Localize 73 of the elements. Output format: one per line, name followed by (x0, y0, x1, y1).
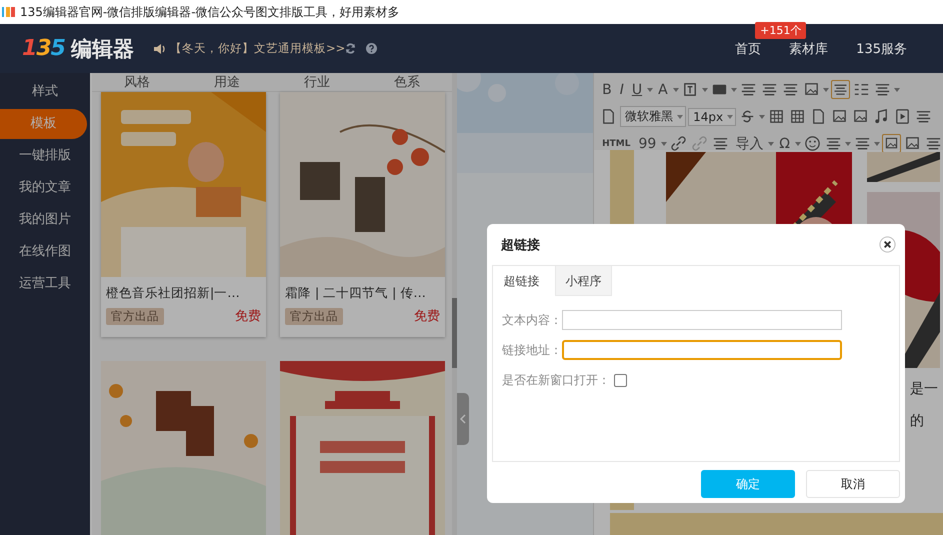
chevron-left-icon (460, 414, 466, 424)
filter-tab[interactable]: 风格 (124, 73, 150, 91)
dialog-tab[interactable]: 小程序 (555, 266, 612, 296)
toolbar-button[interactable]: 99 (635, 136, 660, 152)
caret-icon[interactable] (894, 88, 900, 92)
toolbar-button[interactable]: I (616, 82, 627, 98)
toolbar-button[interactable]: Ω (776, 136, 793, 152)
template-card[interactable]: 橙色音乐社团招新|一… 官方出品 免费 (101, 92, 266, 337)
filter-tab[interactable]: 行业 (304, 73, 330, 91)
price-label: 免费 (235, 308, 261, 325)
field-label: 是否在新窗口打开： (502, 372, 610, 388)
count-badge: +151个 (755, 22, 806, 38)
align-icon[interactable] (830, 80, 850, 99)
cancel-button[interactable]: 取消 (806, 470, 900, 498)
sidebar-item[interactable]: 样式 (0, 77, 90, 107)
filter-tab[interactable]: 色系 (394, 73, 420, 91)
caret-icon[interactable] (672, 88, 679, 92)
article-text: 的 (910, 412, 926, 430)
caret-icon[interactable] (759, 114, 766, 118)
logo-number: 135 (22, 36, 65, 61)
caret-icon[interactable] (768, 142, 774, 146)
sidebar-item[interactable]: 一键排版 (0, 141, 90, 171)
price-label: 免费 (414, 308, 440, 325)
template-title: 霜降 | 二十四节气 | 传… (284, 284, 427, 302)
toolbar-button[interactable]: U (628, 82, 646, 98)
unlink-icon[interactable] (690, 134, 710, 153)
template-title: 橙色音乐社团招新|一… (105, 284, 241, 302)
dialog-title: 超链接 (501, 236, 540, 254)
toolbar-button[interactable]: 导入 (732, 134, 766, 152)
caret-icon[interactable] (874, 142, 880, 146)
link-icon[interactable] (669, 134, 688, 153)
speaker-icon (154, 44, 166, 54)
article-text: 是一 (910, 380, 938, 398)
field-label: 文本内容： (502, 312, 562, 328)
input-field[interactable] (562, 340, 842, 360)
field-label: 链接地址： (502, 342, 562, 358)
source-tag: 官方出品 (285, 308, 343, 324)
scrollbar[interactable] (452, 298, 458, 368)
toolbar-button[interactable]: B (599, 82, 615, 98)
toolbar-dropdown[interactable]: 14px (688, 108, 736, 126)
toolbar-button[interactable]: A (655, 82, 671, 98)
notice-link[interactable]: 【冬天，你好】文艺通用模板>> (170, 41, 346, 56)
caret-icon[interactable] (822, 88, 829, 92)
sidebar-item[interactable]: 在线作图 (0, 237, 90, 267)
caret-icon[interactable] (730, 88, 737, 92)
checkbox[interactable] (614, 374, 627, 386)
template-card[interactable]: 霜降 | 二十四节气 | 传… 官方出品 免费 (280, 92, 445, 337)
sidebar-item[interactable]: 我的图片 (0, 205, 90, 235)
logo-text: 编辑器 (70, 36, 134, 62)
page-title: 135编辑器官网-微信排版编辑器-微信公众号图文排版工具，好用素材多 (20, 4, 400, 20)
sidebar-item[interactable]: 我的文章 (0, 173, 90, 203)
collapse-handle[interactable] (457, 393, 470, 445)
help-icon[interactable] (366, 43, 378, 54)
source-tag: 官方出品 (106, 308, 164, 324)
close-icon[interactable] (879, 236, 896, 253)
toolbar-button[interactable]: HTML (599, 138, 634, 148)
emoji-icon[interactable] (803, 134, 822, 153)
input-field[interactable] (562, 310, 842, 330)
caret-icon (677, 114, 684, 118)
caret-icon[interactable] (845, 142, 851, 146)
nav-link[interactable]: 首页 (735, 40, 762, 58)
refresh-icon[interactable] (345, 43, 356, 54)
toolbar-dropdown[interactable]: 微软雅黑 (620, 106, 686, 127)
caret-icon[interactable] (647, 88, 654, 92)
nav-link[interactable]: 素材库 (789, 40, 828, 58)
caret-icon (727, 114, 734, 118)
sidebar-item[interactable]: 运营工具 (0, 269, 90, 299)
logo-icon (2, 6, 16, 18)
caret-icon[interactable] (661, 142, 668, 146)
caret-icon[interactable] (702, 88, 708, 92)
nav-link[interactable]: 135服务 (856, 40, 907, 58)
filter-tab[interactable]: 用途 (214, 73, 240, 91)
caret-icon[interactable] (795, 142, 801, 146)
